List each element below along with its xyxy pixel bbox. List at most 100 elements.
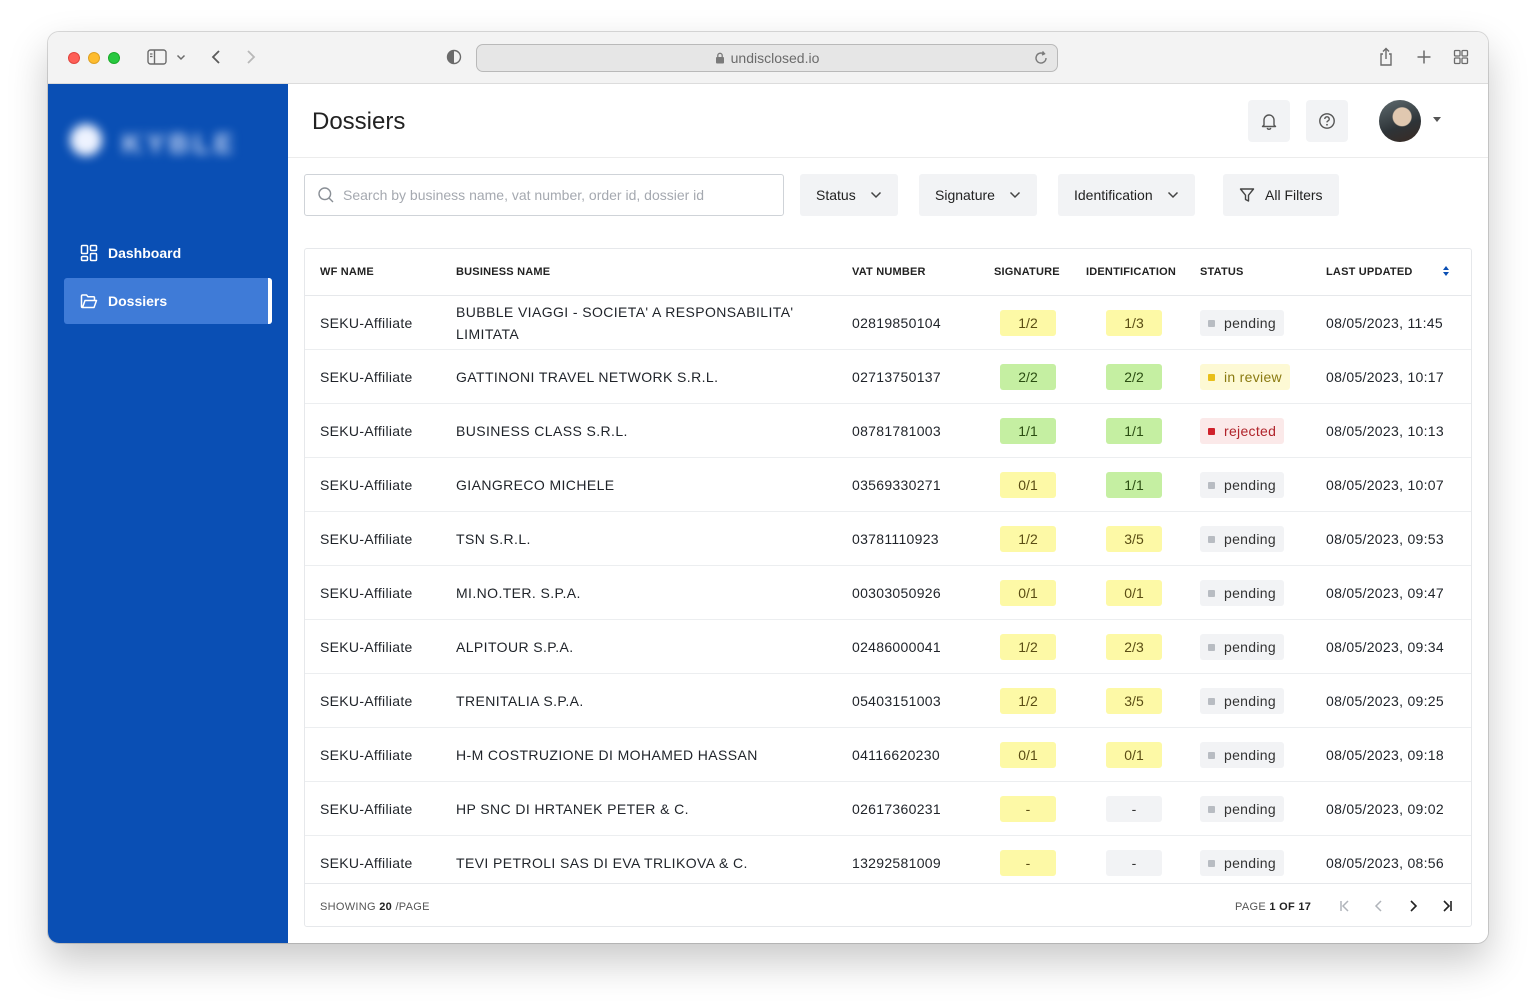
notifications-button[interactable] (1248, 100, 1290, 142)
help-button[interactable] (1306, 100, 1348, 142)
signature-badge: - (1000, 796, 1056, 822)
wf-name-cell: SEKU-Affiliate (320, 476, 413, 493)
chevron-down-icon[interactable] (175, 46, 187, 68)
wf-name-cell: SEKU-Affiliate (320, 800, 413, 817)
table-row[interactable]: SEKU-Affiliate ALPITOUR S.P.A. 02486000041… (305, 620, 1471, 674)
table-row[interactable]: SEKU-Affiliate TSN S.R.L. 03781110923 1/2 3/… (305, 512, 1471, 566)
column-header-last-updated[interactable]: LAST UPDATED (1326, 266, 1413, 278)
dashboard-icon (80, 244, 98, 262)
table-row[interactable]: SEKU-Affiliate TRENITALIA S.P.A. 054031510… (305, 674, 1471, 728)
status-dot-icon (1208, 427, 1215, 435)
status-text: in review (1224, 369, 1282, 385)
status-dot-icon (1208, 643, 1215, 651)
status-badge: pending (1200, 580, 1284, 606)
logo[interactable]: KYBLE (64, 116, 239, 166)
sort-icon[interactable] (1443, 266, 1449, 276)
last-updated-cell: 08/05/2023, 09:25 (1326, 692, 1444, 709)
table-body: SEKU-Affiliate BUBBLE VIAGGI - SOCIETA' A… (305, 296, 1471, 883)
status-badge: pending (1200, 850, 1284, 876)
status-dot-icon (1208, 481, 1215, 489)
chevron-down-icon (870, 191, 882, 199)
help-icon (1318, 112, 1336, 130)
status-badge: pending (1200, 472, 1284, 498)
sidebar: KYBLE Dashboard Dossiers (48, 84, 288, 943)
table-footer: SHOWING 20 /PAGE PAGE 1 OF 17 (305, 883, 1471, 926)
forward-icon[interactable] (243, 46, 259, 68)
identification-badge: 2/2 (1106, 364, 1162, 390)
vat-number-cell: 02713750137 (852, 368, 941, 385)
sidebar-item-dossiers[interactable]: Dossiers (64, 278, 272, 324)
minimize-window-button[interactable] (88, 52, 100, 64)
table-row[interactable]: SEKU-Affiliate HP SNC DI HRTANEK PETER & … (305, 782, 1471, 836)
column-header-business-name[interactable]: BUSINESS NAME (456, 266, 550, 278)
new-tab-icon[interactable] (1414, 46, 1434, 68)
last-updated-cell: 08/05/2023, 10:07 (1326, 476, 1444, 493)
status-text: pending (1224, 639, 1276, 655)
vat-number-cell: 02617360231 (852, 800, 941, 817)
identification-filter-button[interactable]: Identification (1058, 174, 1195, 216)
vat-number-cell: 00303050926 (852, 584, 941, 601)
last-page-icon[interactable] (1437, 896, 1457, 916)
column-header-identification[interactable]: IDENTIFICATION (1086, 266, 1176, 278)
zoom-window-button[interactable] (108, 52, 120, 64)
next-page-icon[interactable] (1403, 896, 1423, 916)
previous-page-icon[interactable] (1369, 896, 1389, 916)
table-row[interactable]: SEKU-Affiliate MI.NO.TER. S.P.A. 003030509… (305, 566, 1471, 620)
table-row[interactable]: SEKU-Affiliate H-M COSTRUZIONE DI MOHAMED… (305, 728, 1471, 782)
signature-badge: 2/2 (1000, 364, 1056, 390)
search-field[interactable] (304, 174, 784, 216)
wf-name-cell: SEKU-Affiliate (320, 692, 413, 709)
address-bar[interactable]: undisclosed.io (476, 44, 1058, 72)
per-page-suffix: /PAGE (395, 901, 430, 913)
wf-name-cell: SEKU-Affiliate (320, 368, 413, 385)
column-header-signature[interactable]: SIGNATURE (994, 266, 1060, 278)
table-row[interactable]: SEKU-Affiliate GATTINONI TRAVEL NETWORK S… (305, 350, 1471, 404)
table-row[interactable]: SEKU-Affiliate TEVI PETROLI SAS DI EVA TR… (305, 836, 1471, 883)
close-window-button[interactable] (68, 52, 80, 64)
reload-icon[interactable] (1033, 50, 1049, 66)
sidebar-item-dashboard[interactable]: Dashboard (64, 230, 272, 276)
search-input[interactable] (343, 187, 763, 203)
sidebar-item-label: Dashboard (108, 245, 182, 261)
signature-badge: 1/1 (1000, 418, 1056, 444)
status-text: pending (1224, 693, 1276, 709)
caret-down-icon[interactable] (1433, 117, 1441, 122)
search-icon (317, 186, 335, 204)
column-header-status[interactable]: STATUS (1200, 266, 1244, 278)
back-icon[interactable] (208, 46, 224, 68)
status-badge: pending (1200, 796, 1284, 822)
table-row[interactable]: SEKU-Affiliate BUBBLE VIAGGI - SOCIETA' A… (305, 296, 1471, 350)
share-icon[interactable] (1376, 46, 1396, 68)
first-page-icon[interactable] (1335, 896, 1355, 916)
sidebar-toggle-icon[interactable] (146, 46, 168, 68)
status-text: rejected (1224, 423, 1277, 439)
vat-number-cell: 03781110923 (852, 530, 939, 547)
filter-label: Status (816, 187, 856, 203)
identification-badge: 0/1 (1106, 580, 1162, 606)
table-row[interactable]: SEKU-Affiliate BUSINESS CLASS S.R.L. 08781… (305, 404, 1471, 458)
signature-badge: 0/1 (1000, 472, 1056, 498)
status-text: pending (1224, 747, 1276, 763)
identification-badge: 1/3 (1106, 310, 1162, 336)
vat-number-cell: 05403151003 (852, 692, 941, 709)
column-header-wf-name[interactable]: WF NAME (320, 266, 374, 278)
signature-badge: - (1000, 850, 1056, 876)
business-name-cell: GATTINONI TRAVEL NETWORK S.R.L. (456, 368, 719, 385)
status-text: pending (1224, 315, 1276, 331)
status-dot-icon (1208, 697, 1215, 705)
status-badge: rejected (1200, 418, 1285, 444)
vat-number-cell: 04116620230 (852, 746, 940, 763)
column-header-vat-number[interactable]: VAT NUMBER (852, 266, 926, 278)
privacy-shield-icon[interactable] (445, 46, 463, 68)
of-label: OF (1279, 901, 1295, 913)
table-row[interactable]: SEKU-Affiliate GIANGRECO MICHELE 035693302… (305, 458, 1471, 512)
all-filters-button[interactable]: All Filters (1223, 174, 1339, 216)
tab-overview-icon[interactable] (1451, 46, 1471, 68)
vat-number-cell: 13292581009 (852, 854, 941, 871)
identification-badge: 2/3 (1106, 634, 1162, 660)
logo-text: KYBLE (122, 128, 237, 159)
user-avatar[interactable] (1379, 100, 1421, 142)
status-filter-button[interactable]: Status (800, 174, 898, 216)
page-size-info[interactable]: SHOWING 20 /PAGE (320, 901, 430, 913)
signature-filter-button[interactable]: Signature (919, 174, 1037, 216)
